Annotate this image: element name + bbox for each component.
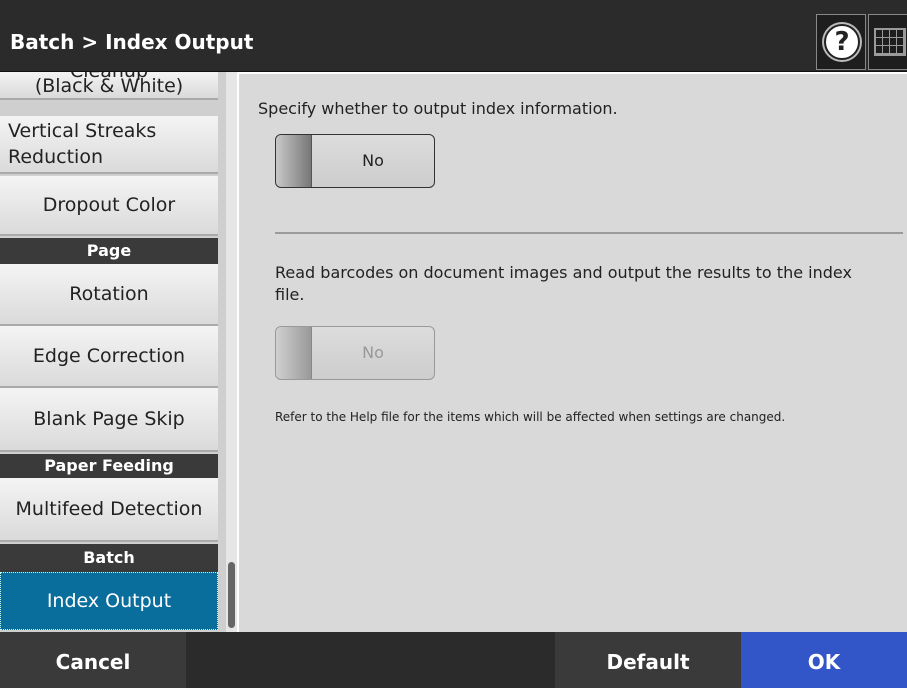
divider — [275, 232, 903, 234]
barcode-toggle[interactable]: No — [275, 326, 435, 380]
keyboard-button[interactable] — [868, 14, 907, 70]
sidebar-item-label: (Black & White) — [34, 75, 184, 97]
help-button[interactable]: ? — [816, 14, 866, 70]
section-header-paper-feeding: Paper Feeding — [0, 454, 218, 478]
page-title: Batch > Index Output — [10, 30, 254, 54]
sidebar-item-index-output[interactable]: Index Output — [0, 572, 218, 630]
title-bar: Batch > Index Output ? — [0, 0, 907, 72]
index-output-value: No — [362, 151, 384, 170]
sidebar-item-multifeed-detection[interactable]: Multifeed Detection — [0, 478, 218, 542]
help-note: Refer to the Help file for the items whi… — [275, 410, 786, 424]
sidebar-item-vertical-streaks[interactable]: Vertical Streaks Reduction — [0, 116, 218, 174]
scrollbar-thumb[interactable] — [228, 562, 235, 628]
ok-button[interactable]: OK — [741, 632, 907, 688]
help-icon: ? — [824, 24, 860, 60]
sidebar: Cleanup (Black & White) Vertical Streaks… — [0, 72, 226, 632]
footer-bar: Cancel Default OK — [0, 632, 907, 688]
sidebar-scrollbar[interactable] — [226, 72, 237, 632]
sidebar-item-label: Index Output — [46, 590, 172, 612]
sidebar-item-cleanup[interactable]: Cleanup (Black & White) — [0, 72, 218, 100]
sidebar-item-label: Edge Correction — [32, 345, 186, 367]
sidebar-item-label: Vertical Streaks Reduction — [8, 120, 157, 168]
sidebar-item-dropout-color[interactable]: Dropout Color — [0, 176, 218, 236]
barcode-description: Read barcodes on document images and out… — [275, 263, 852, 304]
sidebar-item-label: Rotation — [69, 283, 149, 305]
toggle-knob — [276, 135, 312, 187]
barcode-value: No — [362, 343, 384, 362]
sidebar-item-edge-correction[interactable]: Edge Correction — [0, 326, 218, 388]
sidebar-item-blank-page-skip[interactable]: Blank Page Skip — [0, 388, 218, 452]
sidebar-item-label: Multifeed Detection — [15, 498, 203, 520]
cancel-button[interactable]: Cancel — [0, 632, 186, 688]
sidebar-item-label: Blank Page Skip — [33, 408, 185, 430]
section-header-batch: Batch — [0, 544, 218, 572]
sidebar-item-label: Dropout Color — [42, 194, 176, 216]
keyboard-icon — [874, 28, 906, 56]
index-output-description: Specify whether to output index informat… — [258, 99, 618, 118]
index-output-toggle[interactable]: No — [275, 134, 435, 188]
sidebar-item-rotation[interactable]: Rotation — [0, 264, 218, 326]
default-button[interactable]: Default — [555, 632, 741, 688]
settings-panel: Specify whether to output index informat… — [237, 72, 907, 632]
toggle-knob — [276, 327, 312, 379]
section-header-page: Page — [0, 238, 218, 264]
